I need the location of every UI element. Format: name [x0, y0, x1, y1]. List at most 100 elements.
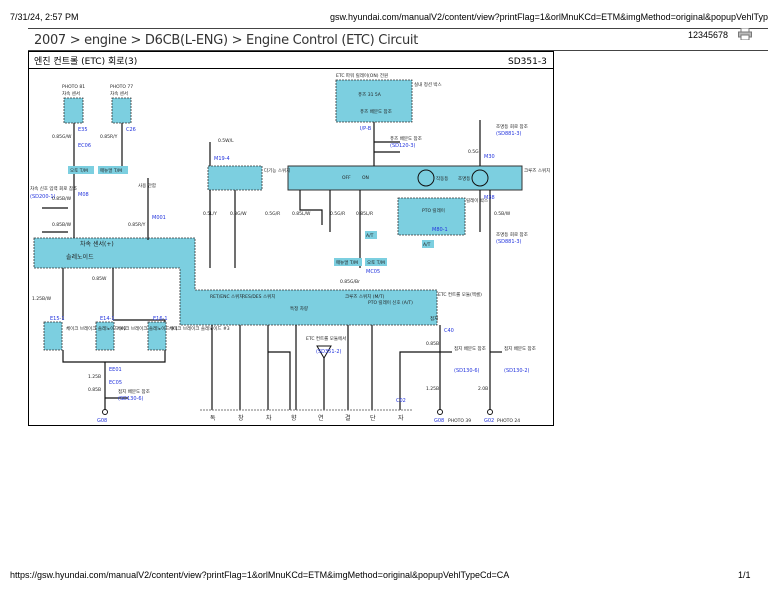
junction-label: 실내 정션 박스 [414, 81, 442, 88]
connector-label: EC06 [78, 143, 91, 149]
reference-label: 접지 배분도 참조 [454, 345, 486, 352]
wire-spec: 0.85R/Y [100, 134, 118, 140]
connector-label: C02 [396, 398, 406, 404]
wire-spec: 1.25B [426, 386, 439, 392]
connector-label: M08 [78, 192, 89, 198]
wire-spec: 0.85B/W [52, 222, 72, 228]
wire-spec: 0.85W [92, 276, 107, 282]
diagram-code: SD351-3 [508, 57, 547, 67]
connector-label: E14-1 [100, 316, 115, 322]
reference-link[interactable]: (SD881-3) [496, 131, 522, 137]
switch-label: 다기능 스위치 [264, 167, 290, 174]
speed-sensor-1 [63, 97, 84, 124]
speed-sensor-2 [111, 97, 132, 124]
terminal-label: 단 [370, 414, 376, 422]
photo-ref: PHOTO 77 [110, 84, 133, 90]
wire-spec: 0.85L/W [292, 211, 311, 217]
wire-spec: 0.85B [88, 387, 101, 393]
multifunction-switch [207, 165, 263, 191]
wire-spec: 0.5W/L [218, 138, 234, 144]
ground-label: 접지 [430, 315, 438, 322]
special-vehicle-label: 특정 차량 [290, 305, 308, 312]
wire-spec: 1.25B/W [32, 296, 52, 302]
wire-spec: 0.85B [426, 341, 439, 347]
reference-label: 접지 배분도 참조 [504, 345, 536, 352]
switch-label: 크루즈 스위치 (M/T) [345, 293, 385, 300]
module-label: 솔레노이드 [66, 253, 94, 261]
diagram-title: 엔진 컨트롤 (ETC) 회로(3) [34, 56, 137, 67]
terminal-label: 창 [238, 414, 244, 422]
connector-label: E35 [78, 127, 88, 133]
relay-label: PTO 릴레이 [422, 207, 445, 214]
terminal-label: 연 [318, 414, 324, 422]
connector-label: M80-1 [432, 227, 448, 233]
wire-spec: 2.0B [478, 386, 488, 392]
tag-mt: 매뉴얼 T/M [336, 259, 358, 266]
fuse-box [335, 79, 413, 123]
ground-point-label: G02 [484, 418, 494, 424]
reference-label: ETC 컨트롤 모듈에서 [306, 335, 346, 342]
switch-off-label: OFF [342, 175, 351, 181]
ground-point-label: G08 [97, 418, 107, 424]
tag-at: A/T [366, 233, 374, 239]
lamp-label: 작동등 [436, 175, 448, 182]
terminal-label: 향 [291, 414, 297, 422]
wire-spec: 0.5G/R [330, 211, 345, 217]
ground-point-label: G08 [434, 418, 444, 424]
tag-at: 오토 T/M [70, 168, 88, 174]
terminal-label: 차 [266, 414, 272, 422]
reference-label: 조명등 회로 참조 [496, 123, 528, 130]
sensor-label: 차속 센서 [110, 90, 128, 97]
sensor-label: 차속 센서 [62, 90, 80, 97]
switch-label: RET/ENC 스위치 [210, 293, 243, 300]
switch-on-label: ON [362, 175, 369, 181]
wire-spec: 0.85B/W [52, 196, 72, 202]
relay-box-label: 릴레이 박스 [466, 197, 488, 204]
reference-link[interactable]: (SD130-2) [504, 368, 530, 374]
wiring-diagram: 엔진 컨트롤 (ETC) 회로(3) SD351-3 오토 T/M 매뉴얼 T/… [28, 51, 554, 426]
wire-spec: 0.5G/R [265, 211, 280, 217]
signal-label: PTO 릴레이 신호 (A/T) [368, 299, 413, 306]
wire-spec: 0.5L/Y [203, 211, 217, 217]
connector-label: EC05 [109, 380, 122, 386]
wire-spec: 0.5G [468, 149, 479, 155]
module-label: 차속 센서(+) [80, 240, 114, 248]
footer-page-number: 1/1 [738, 570, 751, 580]
brake-solenoid-2 [43, 321, 63, 351]
terminal-label: 자 [398, 414, 404, 422]
reference-link[interactable]: (SD881-3) [496, 239, 522, 245]
reference-link[interactable]: (SD130-6) [454, 368, 480, 374]
reference-link[interactable]: (SD351-2) [316, 349, 342, 355]
solenoid-label: 체이크 브레이크 솔레노이드 #3 [169, 325, 230, 332]
connector-label: EE01 [109, 367, 122, 373]
connector-label: M30 [484, 154, 495, 160]
connector-label: MC05 [366, 269, 380, 275]
photo-ref: PHOTO 81 [62, 84, 85, 90]
footer-url: https://gsw.hyundai.com/manualV2/content… [10, 570, 510, 580]
tag-mt: 매뉴얼 T/M [100, 167, 122, 174]
lamp-label: 조명등 [458, 175, 470, 182]
photo-ref: PHOTO 39 [448, 418, 471, 424]
terminal-label: 독 [210, 415, 216, 422]
reference-label: 조명등 회로 참조 [496, 231, 528, 238]
switch-label: RES/DES 스위치 [242, 293, 275, 300]
wire-spec: 0.85G/W [52, 134, 72, 140]
tag-at: A/T [423, 242, 431, 248]
connector-label: E16-1 [153, 316, 168, 322]
reference-link[interactable]: (SD130-6) [118, 396, 144, 402]
wire-spec: 0.85L/R [356, 211, 373, 217]
wire-spec: 1.25B [88, 374, 101, 380]
note-label: 사용 안함 [138, 182, 156, 189]
wire-spec: 0.85R/Y [128, 222, 146, 228]
connector-label: M19-4 [214, 156, 230, 162]
wire-spec: 0.85G/Br [340, 279, 360, 285]
connector-label: I/P-B [360, 126, 372, 132]
fuse-label: 퓨즈 31 5A [358, 92, 382, 98]
connector-label: C40 [444, 328, 454, 334]
connector-label: E15-1 [50, 316, 65, 322]
reference-label: 퓨즈 배분도 참조 [360, 108, 392, 115]
connector-label: M001 [152, 215, 166, 221]
module-label: ETC 컨트롤 모듈(엑셀) [438, 291, 482, 298]
reference-link[interactable]: (SD120-3) [390, 143, 416, 149]
reference-label: 접지 배분도 참조 [118, 388, 150, 395]
